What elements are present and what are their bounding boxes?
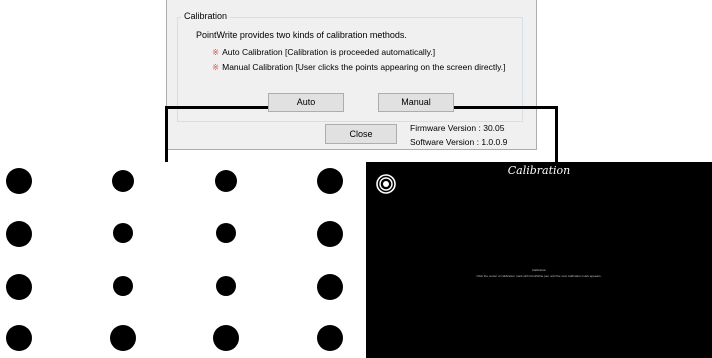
calibration-dot bbox=[317, 325, 343, 351]
connector-line-manual-vertical bbox=[555, 106, 558, 162]
manual-option-text: ※ Manual Calibration [User clicks the poi… bbox=[212, 62, 505, 73]
target-icon[interactable] bbox=[376, 174, 396, 194]
calibration-dot bbox=[216, 223, 236, 243]
manual-button[interactable]: Manual bbox=[378, 93, 454, 112]
firmware-version: Firmware Version : 30.05 bbox=[410, 123, 505, 133]
close-button[interactable]: Close bbox=[325, 124, 397, 144]
calibration-dialog: Calibration PointWrite provides two kind… bbox=[166, 0, 537, 150]
center-heading: Calibration bbox=[531, 268, 547, 272]
reference-mark-icon: ※ bbox=[212, 62, 220, 72]
calibration-dot bbox=[317, 221, 343, 247]
calibration-dot bbox=[215, 170, 237, 192]
auto-option-label: Auto Calibration [Calibration is proceed… bbox=[222, 47, 436, 57]
calibration-dot bbox=[6, 168, 32, 194]
connector-line-auto-horizontal bbox=[165, 106, 268, 109]
description-text: PointWrite provides two kinds of calibra… bbox=[196, 30, 407, 40]
manual-calibration-screen: Calibration Calibration Click the center… bbox=[366, 162, 712, 358]
calibration-dot bbox=[6, 221, 32, 247]
calibration-dot bbox=[110, 325, 136, 351]
reference-mark-icon: ※ bbox=[212, 47, 220, 57]
screen-title: Calibration bbox=[507, 164, 571, 177]
calibration-dot bbox=[6, 325, 32, 351]
center-instruction: Click the center of calibration mark wit… bbox=[476, 274, 602, 278]
calibration-dot bbox=[216, 276, 236, 296]
group-title: Calibration bbox=[181, 11, 231, 21]
calibration-dot bbox=[213, 325, 239, 351]
calibration-dot bbox=[113, 276, 133, 296]
connector-line-auto-vertical bbox=[165, 106, 168, 162]
auto-button[interactable]: Auto bbox=[268, 93, 344, 112]
calibration-dot bbox=[6, 274, 32, 300]
manual-option-label: Manual Calibration [User clicks the poin… bbox=[222, 62, 506, 72]
calibration-dot bbox=[317, 274, 343, 300]
connector-line-manual-horizontal bbox=[454, 106, 558, 109]
auto-option-text: ※ Auto Calibration [Calibration is procee… bbox=[212, 47, 435, 58]
software-version: Software Version : 1.0.0.9 bbox=[410, 137, 508, 147]
calibration-dot bbox=[112, 170, 134, 192]
calibration-dot bbox=[113, 223, 133, 243]
calibration-dot bbox=[317, 168, 343, 194]
